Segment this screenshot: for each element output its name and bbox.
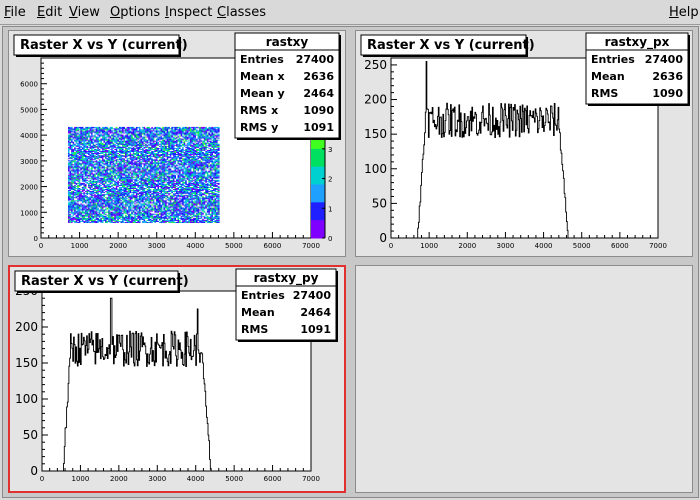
y-tick-label: 0	[34, 235, 38, 243]
x-tick-label: 1000	[71, 242, 89, 250]
x-tick-label: 0	[39, 242, 43, 250]
x-tick-label: 3000	[148, 242, 166, 250]
menu-inspect[interactable]: Inspect	[165, 5, 212, 20]
menu-bar: File Edit View Options Inspect Classes H…	[0, 0, 700, 25]
x-tick-label: 4000	[186, 242, 204, 250]
y-tick-label: 4000	[20, 132, 38, 140]
y-tick-label: 3000	[20, 158, 38, 166]
menu-view[interactable]: View	[69, 5, 100, 20]
menu-edit[interactable]: Edit	[37, 5, 62, 20]
x-tick-label: 7000	[302, 242, 320, 250]
menu-options[interactable]: Options	[110, 5, 160, 20]
y-tick-label: 1000	[20, 209, 38, 217]
pad-rastxy[interactable]: 0 1000 2000 3000 4000 5000 6000 7000 0 1000 2000 30…	[8, 30, 346, 257]
x-tick-label: 2000	[109, 242, 127, 250]
rastxy-plot: 0 1000 2000 3000 4000 5000 6000 7000 0 1000 2000 30…	[13, 32, 341, 250]
x-tick-label: 5000	[225, 242, 243, 250]
canvas-area: 0 1000 2000 3000 4000 5000 6000 7000 0 1000 2000 30…	[2, 26, 699, 498]
x-tick-label: 6000	[264, 242, 282, 250]
y-tick-label: 6000	[20, 81, 38, 89]
menu-classes[interactable]: Classes	[217, 5, 266, 20]
menu-file[interactable]: File	[4, 5, 26, 20]
y-tick-label: 2000	[20, 184, 38, 192]
y-tick-label: 5000	[20, 106, 38, 114]
menu-help[interactable]: Help	[669, 5, 699, 20]
